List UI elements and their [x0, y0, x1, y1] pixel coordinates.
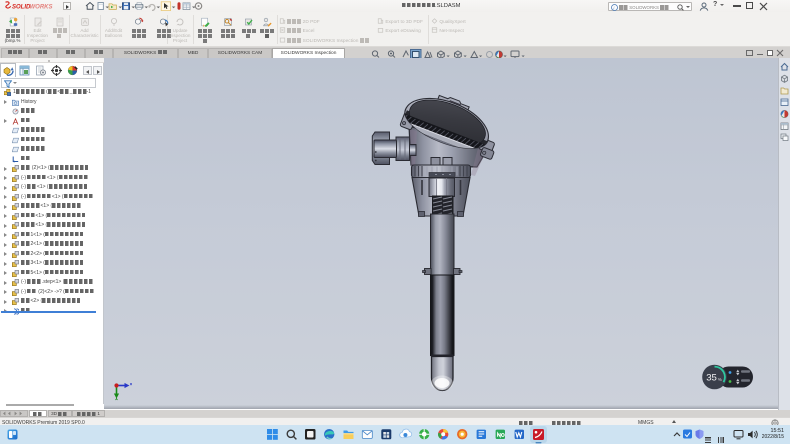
svg-text:i: i [613, 5, 615, 10]
svg-text:35: 35 [706, 373, 717, 384]
svg-text:%: % [718, 377, 722, 382]
